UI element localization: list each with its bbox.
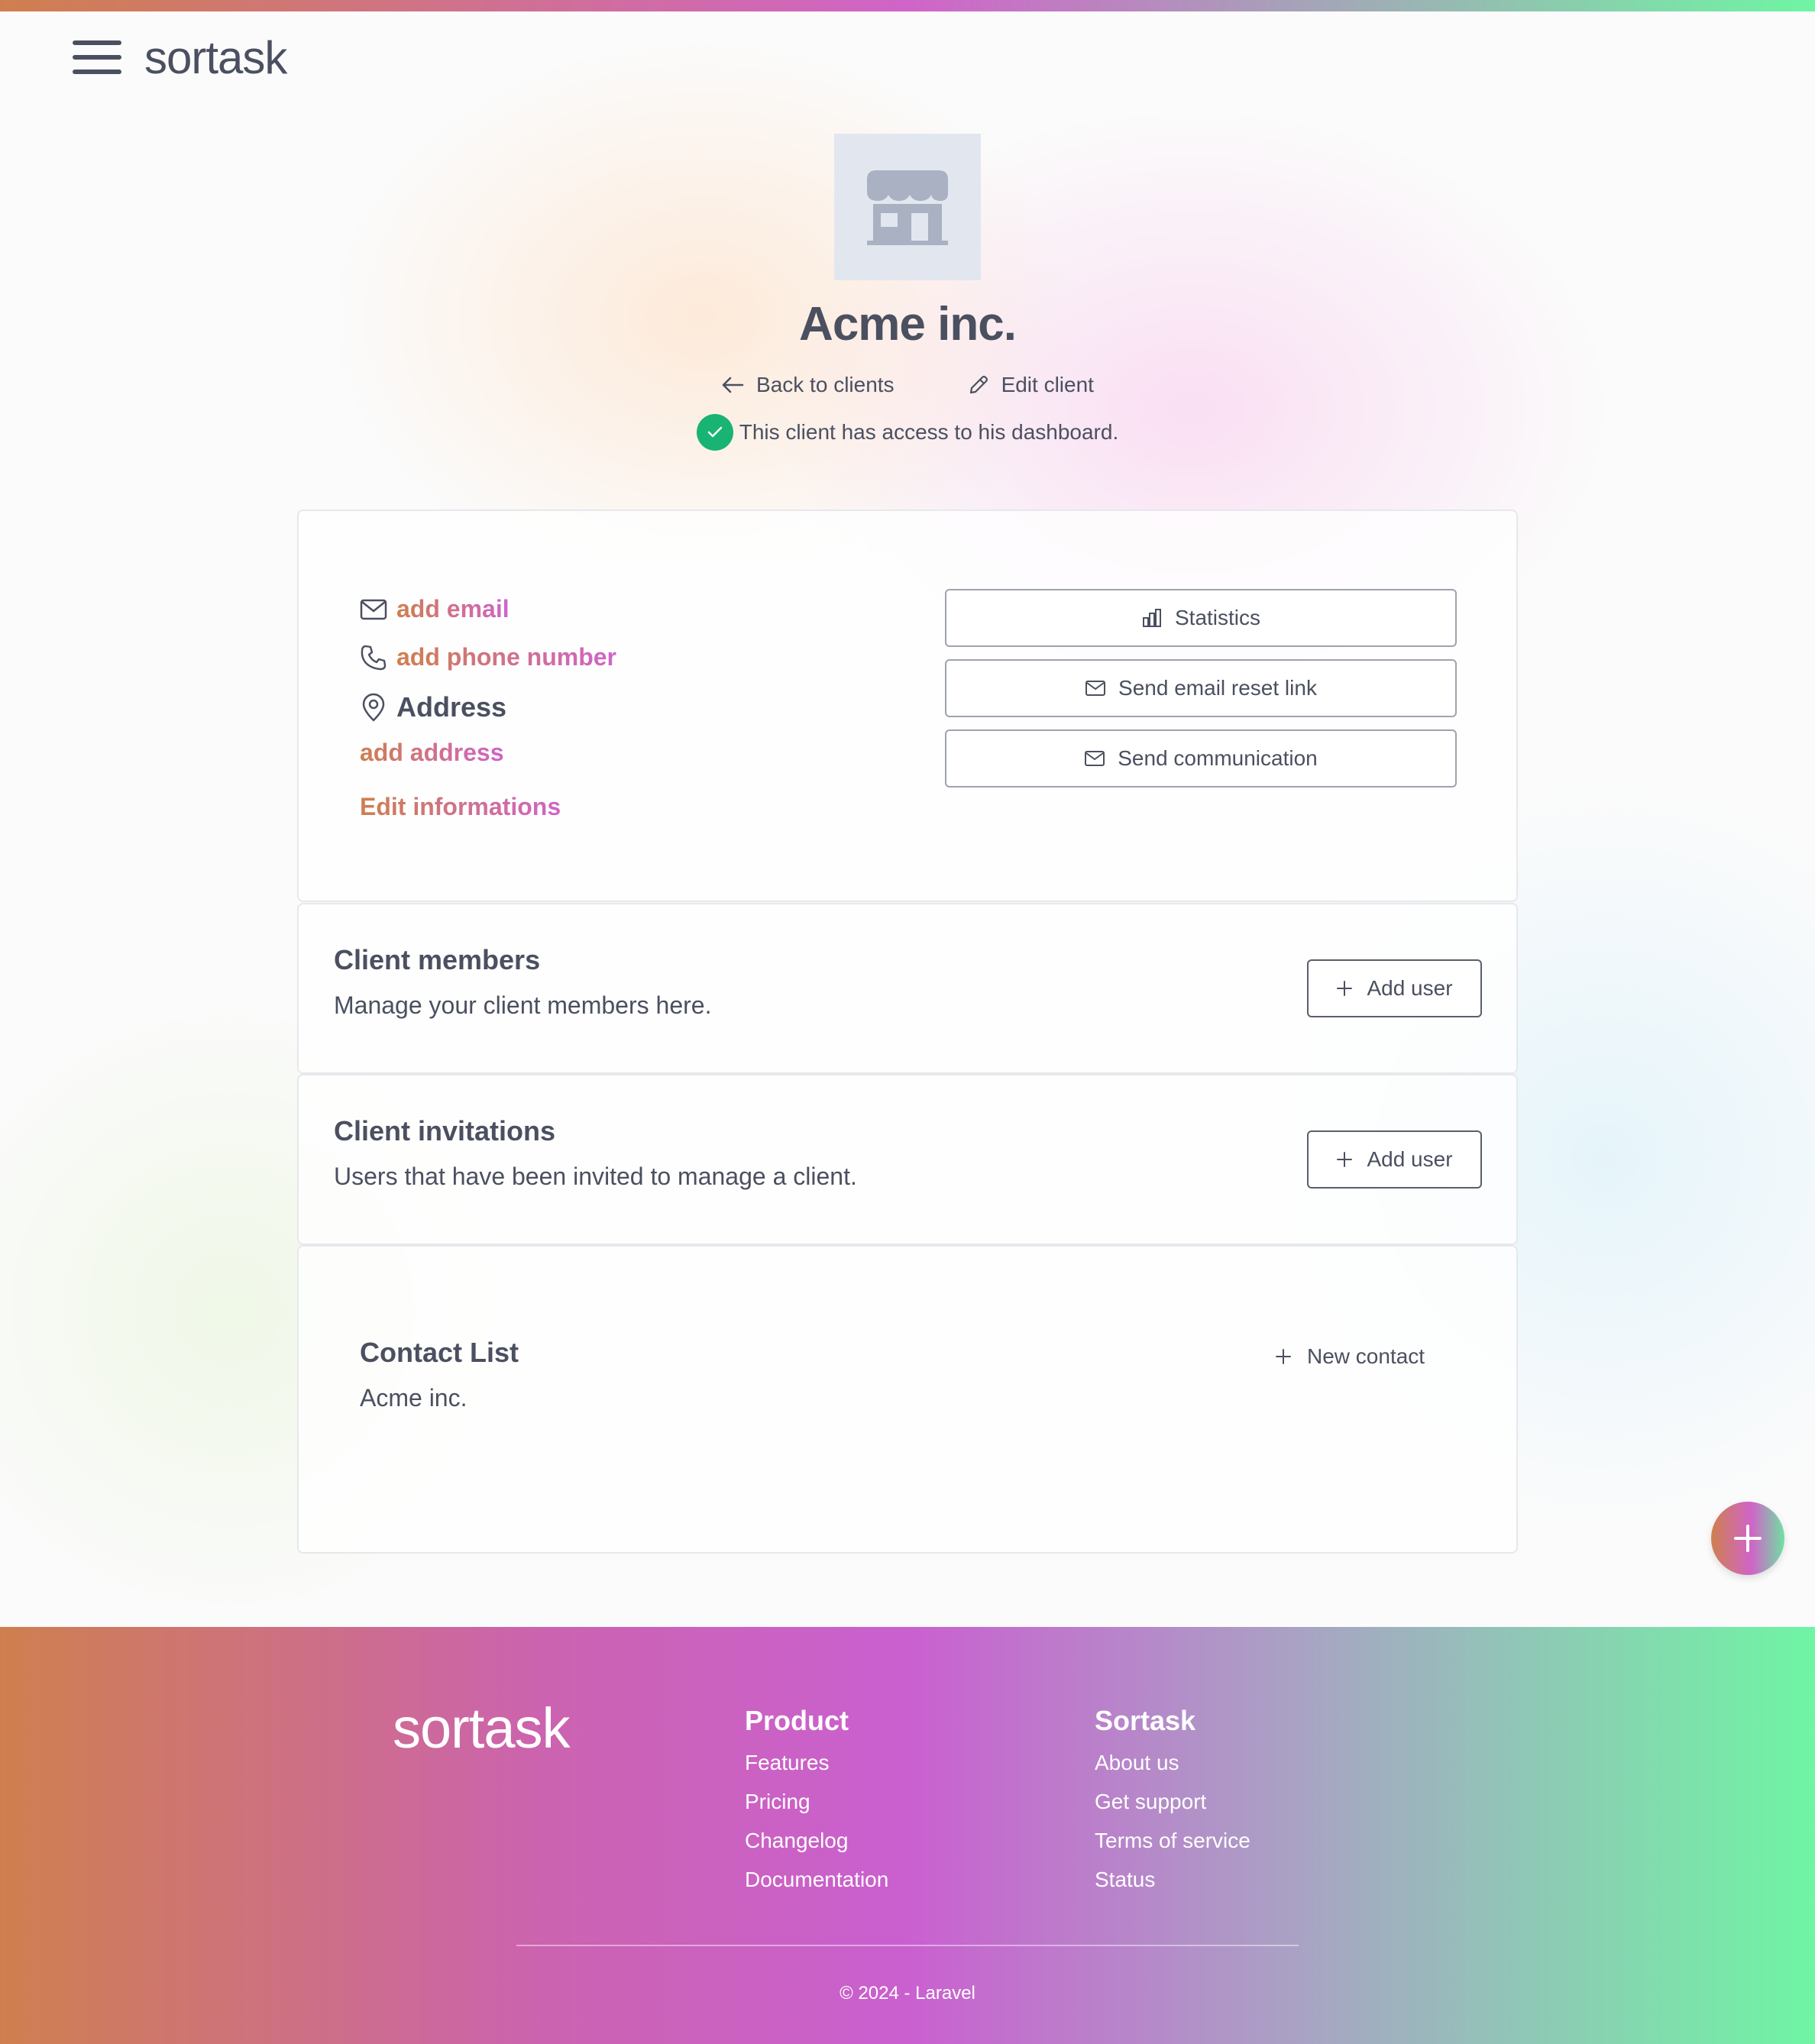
send-communication-label: Send communication — [1118, 746, 1318, 770]
footer-logo[interactable]: sortask — [393, 1696, 571, 1761]
floating-add-button[interactable] — [1711, 1502, 1784, 1575]
client-hero: Acme inc. Back to clients Edit client Th… — [0, 134, 1815, 451]
footer-link-status[interactable]: Status — [1095, 1868, 1250, 1892]
access-text: This client has access to his dashboard. — [739, 420, 1119, 444]
client-action-buttons: Statistics Send email reset link Send co… — [945, 589, 1457, 800]
address-title: Address — [396, 691, 507, 723]
footer-sortask-column: Sortask About us Get support Terms of se… — [1095, 1705, 1250, 1907]
footer-link-support[interactable]: Get support — [1095, 1790, 1250, 1814]
mail-icon — [1085, 681, 1106, 696]
mail-icon — [1085, 751, 1105, 766]
arrow-left-icon — [722, 377, 744, 393]
chart-bar-icon — [1142, 609, 1161, 627]
contacts-subtitle: Acme inc. — [360, 1384, 467, 1412]
plus-icon — [1337, 1152, 1353, 1167]
footer-link-about[interactable]: About us — [1095, 1751, 1250, 1775]
client-name: Acme inc. — [799, 298, 1017, 351]
email-row: add email — [360, 595, 616, 623]
check-circle-icon — [696, 414, 733, 451]
contacts-title: Contact List — [360, 1337, 519, 1368]
address-row: Address — [360, 691, 616, 723]
footer: sortask Product Features Pricing Changel… — [0, 1627, 1815, 2044]
hamburger-menu-icon[interactable] — [73, 40, 121, 74]
send-reset-link-label: Send email reset link — [1118, 676, 1317, 700]
footer-link-terms[interactable]: Terms of service — [1095, 1829, 1250, 1853]
edit-informations-link[interactable]: Edit informations — [360, 793, 561, 821]
client-actions: Back to clients Edit client — [0, 373, 1815, 397]
contacts-text: Contact List Acme inc. — [360, 1337, 519, 1412]
statistics-button[interactable]: Statistics — [945, 589, 1457, 647]
back-to-clients-link[interactable]: Back to clients — [721, 373, 895, 397]
add-phone-link[interactable]: add phone number — [396, 643, 616, 671]
contact-list-card: Contact List Acme inc. New contact — [297, 1245, 1518, 1554]
pencil-icon — [969, 375, 988, 394]
footer-divider — [516, 1945, 1299, 1946]
invitations-title: Client invitations — [334, 1115, 556, 1147]
new-contact-button[interactable]: New contact — [1275, 1344, 1425, 1369]
footer-product-title: Product — [745, 1705, 849, 1736]
store-icon — [867, 170, 948, 245]
members-text: Client members Manage your client member… — [334, 944, 711, 1020]
plus-icon — [1337, 981, 1353, 996]
phone-row: add phone number — [360, 643, 616, 671]
add-email-link[interactable]: add email — [396, 595, 510, 623]
add-address-link[interactable]: add address — [360, 739, 504, 767]
mail-icon — [360, 599, 387, 619]
copyright: © 2024 - Laravel — [840, 1983, 975, 2004]
add-member-label: Add user — [1367, 976, 1453, 1000]
plus-icon — [1276, 1349, 1291, 1364]
footer-product-column: Product Features Pricing Changelog Docum… — [745, 1705, 888, 1907]
invitations-text: Client invitations Users that have been … — [334, 1115, 857, 1191]
send-communication-button[interactable]: Send communication — [945, 729, 1457, 788]
top-header: sortask — [73, 31, 287, 84]
add-invitation-button[interactable]: Add user — [1307, 1130, 1482, 1189]
map-pin-icon — [362, 693, 385, 722]
phone-icon — [361, 645, 387, 670]
footer-link-changelog[interactable]: Changelog — [745, 1829, 888, 1853]
new-contact-label: New contact — [1307, 1344, 1425, 1368]
client-members-card: Client members Manage your client member… — [297, 903, 1518, 1074]
add-invitation-label: Add user — [1367, 1147, 1453, 1171]
send-reset-link-button[interactable]: Send email reset link — [945, 659, 1457, 717]
edit-client-label: Edit client — [1001, 373, 1094, 396]
footer-sortask-title: Sortask — [1095, 1705, 1196, 1736]
top-gradient-strip — [0, 0, 1815, 11]
dashboard-access-status: This client has access to his dashboard. — [0, 414, 1815, 451]
client-info-card: add email add phone number Address add a… — [297, 509, 1518, 902]
contact-details: add email add phone number Address add a… — [360, 595, 616, 821]
edit-client-link[interactable]: Edit client — [968, 373, 1094, 397]
logo[interactable]: sortask — [144, 31, 287, 84]
members-title: Client members — [334, 944, 541, 975]
footer-link-pricing[interactable]: Pricing — [745, 1790, 888, 1814]
back-to-clients-label: Back to clients — [756, 373, 895, 396]
invitations-subtitle: Users that have been invited to manage a… — [334, 1163, 857, 1190]
statistics-label: Statistics — [1174, 606, 1261, 629]
members-subtitle: Manage your client members here. — [334, 991, 712, 1019]
footer-link-features[interactable]: Features — [745, 1751, 888, 1775]
client-avatar — [834, 134, 981, 280]
footer-link-documentation[interactable]: Documentation — [745, 1868, 888, 1892]
plus-icon — [1734, 1525, 1762, 1552]
client-invitations-card: Client invitations Users that have been … — [297, 1074, 1518, 1245]
add-member-button[interactable]: Add user — [1307, 959, 1482, 1017]
